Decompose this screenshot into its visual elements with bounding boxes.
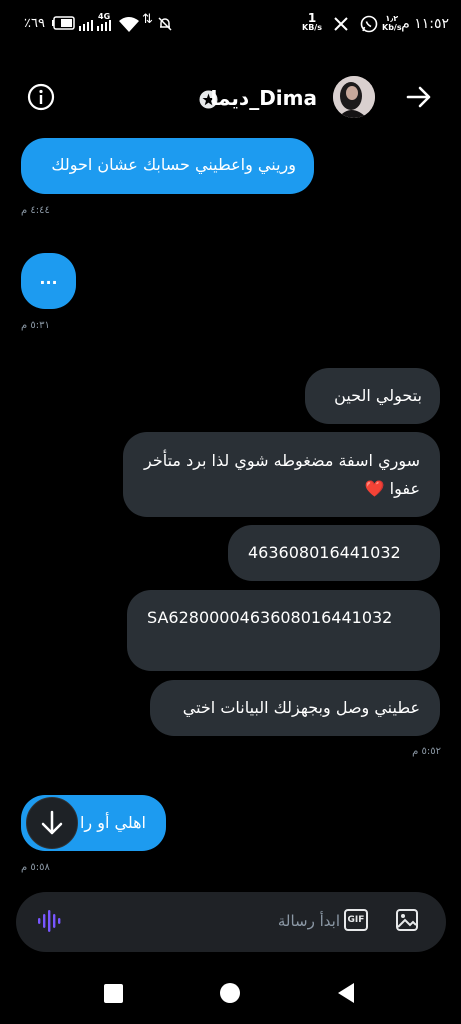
avatar[interactable] — [333, 76, 375, 118]
message-bubble[interactable]: بتحولي الحين — [305, 368, 440, 424]
message-bubble[interactable]: 463608016441032 — [228, 525, 440, 581]
back-arrow-icon[interactable] — [406, 85, 432, 109]
typing-bubble[interactable]: ... — [21, 253, 76, 309]
message-bubble[interactable]: SA6280000463608016441032 — [127, 590, 440, 671]
back-button[interactable] — [336, 982, 356, 1004]
message-time: ٥:٥٨ م — [21, 862, 50, 873]
avatar-image — [333, 76, 375, 118]
whatsapp-icon — [360, 15, 378, 33]
arrow-down-icon — [41, 810, 63, 835]
message-time: ٤:٤٤ م — [21, 205, 50, 216]
home-button[interactable] — [220, 983, 240, 1003]
mute-bell-icon — [158, 17, 172, 31]
message-bubble[interactable]: سوري اسفة مضغوطه شوي لذا برد متأخر عفوا … — [123, 432, 440, 517]
voice-message-icon[interactable] — [36, 908, 62, 934]
message-bubble[interactable]: وريني واعطيني حسابك عشان احولك — [21, 138, 314, 194]
network-speed-1: ١٫٢ Kb/s — [382, 14, 402, 32]
contact-name[interactable]: ديما_Dima — [211, 86, 318, 110]
message-bubble[interactable]: عطيني وصل وبجهزلك البيانات اختي — [150, 680, 440, 736]
message-time: ٥:٣١ م — [21, 320, 50, 331]
status-bar: ١١:٥٢ م ١٫٢ Kb/s 1 KB/s ⇅ 4G ٪٦٩ — [0, 0, 461, 50]
scroll-to-bottom-button[interactable] — [26, 797, 78, 849]
recents-button[interactable] — [104, 984, 123, 1003]
network-type: 4G — [98, 12, 111, 21]
message-time: ٥:٥٢ م — [412, 746, 441, 757]
message-composer[interactable] — [16, 892, 446, 952]
network-speed-2: 1 KB/s — [302, 11, 322, 32]
wifi-icon — [119, 17, 139, 32]
data-activity-icon: ⇅ — [142, 12, 153, 27]
message-input[interactable]: ابدأ رسالة — [278, 912, 340, 930]
status-time: ١١:٥٢ م — [401, 16, 449, 32]
gif-button[interactable]: GIF — [344, 909, 368, 931]
x-app-icon — [334, 17, 348, 31]
battery-icon — [52, 16, 75, 30]
battery-percent: ٪٦٩ — [24, 16, 45, 31]
heart-emoji: ❤️ — [364, 479, 385, 498]
info-icon[interactable] — [27, 83, 55, 111]
image-icon[interactable] — [395, 908, 419, 932]
